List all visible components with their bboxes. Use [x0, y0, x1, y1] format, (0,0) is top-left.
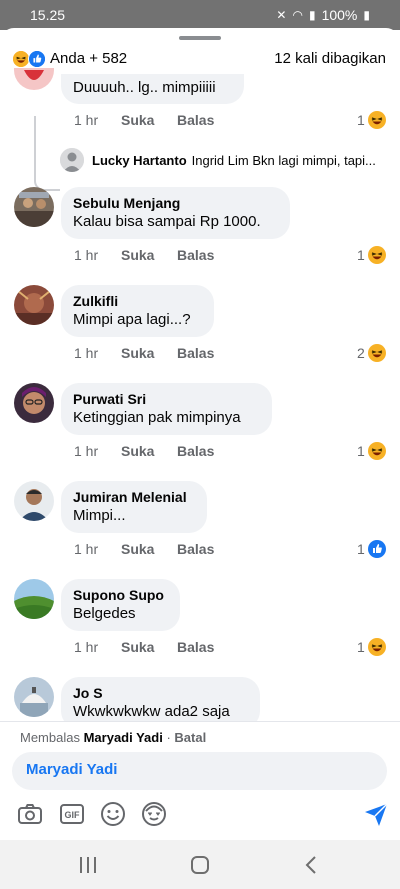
avatar-sticker-icon[interactable] [140, 800, 168, 828]
replying-separator: · [162, 730, 175, 745]
avatar [60, 148, 84, 172]
reaction-count: 1 [357, 639, 365, 655]
avatar[interactable] [14, 68, 54, 90]
reaction-count: 1 [357, 443, 365, 459]
comment-author[interactable]: Supono Supo [73, 586, 168, 604]
haha-icon [367, 246, 386, 264]
avatar[interactable] [14, 285, 54, 325]
comment-reactions[interactable]: 2 [357, 344, 386, 362]
reply-button[interactable]: Balas [177, 112, 214, 128]
comment-author[interactable]: Zulkifli [73, 292, 202, 310]
status-icons: ✕ ◠ ▮ 100% ▮ [276, 7, 370, 23]
comments-sheet: Anda + 582 12 kali dibagikan Duuuuh.. lg… [0, 28, 400, 889]
like-button[interactable]: Suka [121, 443, 154, 459]
reply-text: Ingrid Lim Bkn lagi mimpi, tapi... [191, 152, 376, 168]
reply-button[interactable]: Balas [177, 345, 214, 361]
reply-button[interactable]: Balas [177, 541, 214, 557]
reply-button[interactable]: Balas [177, 443, 214, 459]
emoji-icon[interactable] [99, 800, 127, 828]
avatar[interactable] [14, 383, 54, 423]
replying-to-name: Maryadi Yadi [83, 730, 163, 745]
avatar[interactable] [14, 677, 54, 717]
comment-text: Belgedes [73, 605, 136, 622]
comment-bubble[interactable]: Zulkifli Mimpi apa lagi...? [61, 285, 214, 337]
reaction-count: 1 [357, 112, 365, 128]
like-button[interactable]: Suka [121, 345, 154, 361]
system-nav-bar [0, 840, 400, 889]
comment-text: Duuuuh.. lg.. mimpiiiii [73, 79, 216, 96]
replying-to-bar: Membalas Maryadi Yadi · Batal [20, 730, 206, 745]
comment-text: Mimpi apa lagi...? [73, 311, 191, 328]
comment-author[interactable]: Purwati Sri [73, 390, 260, 408]
reply-preview[interactable]: Lucky Hartanto Ingrid Lim Bkn lagi mimpi… [60, 148, 376, 172]
comment-reactions[interactable]: 1 [357, 442, 386, 460]
avatar[interactable] [14, 481, 54, 521]
reply-button[interactable]: Balas [177, 639, 214, 655]
reply-author[interactable]: Lucky Hartanto [92, 153, 187, 168]
reply-button[interactable]: Balas [177, 247, 214, 263]
cancel-reply-button[interactable]: Batal [174, 730, 206, 745]
haha-icon [367, 442, 386, 460]
sheet-header: Anda + 582 12 kali dibagikan [0, 44, 400, 74]
like-button[interactable]: Suka [121, 639, 154, 655]
reaction-summary[interactable]: Anda + 582 [50, 50, 127, 67]
haha-icon [367, 638, 386, 656]
signal-icon: ▮ [308, 8, 316, 22]
avatar[interactable] [14, 187, 54, 227]
back-icon[interactable] [300, 854, 324, 876]
comment-author[interactable]: Sebulu Menjang [73, 194, 278, 212]
replying-prefix: Membalas [20, 730, 80, 745]
like-icon [28, 50, 46, 68]
mute-icon: ✕ [276, 8, 287, 22]
like-button[interactable]: Suka [121, 247, 154, 263]
send-icon[interactable] [362, 800, 390, 828]
recent-apps-icon[interactable] [76, 854, 100, 876]
comment-reactions[interactable]: 1 [357, 246, 386, 264]
battery-percent: 100% [321, 7, 358, 23]
comment-time: 1 hr [74, 443, 99, 459]
comment-reactions[interactable]: 1 [357, 540, 386, 558]
wifi-icon: ◠ [292, 8, 303, 22]
home-icon[interactable] [188, 854, 212, 876]
avatar[interactable] [14, 579, 54, 619]
comment-author[interactable]: Jo S [73, 684, 248, 702]
comment-time: 1 hr [74, 639, 99, 655]
comment-reactions[interactable]: 1 [357, 111, 386, 129]
reply-thread-line [34, 116, 60, 191]
comment-bubble[interactable]: Purwati Sri Ketinggian pak mimpinya [61, 383, 272, 435]
reaction-count: 2 [357, 345, 365, 361]
comment-time: 1 hr [74, 345, 99, 361]
comment-time: 1 hr [74, 112, 99, 128]
status-time: 15.25 [30, 7, 66, 23]
comment-reactions[interactable]: 1 [357, 638, 386, 656]
comment-author[interactable]: Jumiran Melenial [73, 488, 195, 506]
gif-icon[interactable]: GIF [58, 800, 86, 828]
comment-time: 1 hr [74, 541, 99, 557]
comment-bubble[interactable]: Duuuuh.. lg.. mimpiiiii [61, 74, 244, 104]
battery-icon: ▮ [363, 8, 370, 22]
comment-time: 1 hr [74, 247, 99, 263]
comment-input[interactable]: Maryadi Yadi [12, 752, 387, 790]
like-icon [367, 540, 386, 558]
status-bar: 15.25 ✕ ◠ ▮ 100% ▮ [0, 0, 400, 30]
comment-text: Mimpi... [73, 507, 126, 524]
comment-text: Wkwkwkwkw ada2 saja [73, 703, 230, 720]
haha-icon [367, 111, 386, 129]
svg-text:GIF: GIF [65, 810, 81, 820]
reaction-count: 1 [357, 541, 365, 557]
comment-text: Kalau bisa sampai Rp 1000. [73, 213, 261, 230]
comment-composer: Membalas Maryadi Yadi · Batal Maryadi Ya… [0, 721, 400, 889]
like-button[interactable]: Suka [121, 541, 154, 557]
comment-bubble[interactable]: Supono Supo Belgedes [61, 579, 180, 631]
reaction-count: 1 [357, 247, 365, 263]
haha-icon [367, 344, 386, 362]
comment-text: Ketinggian pak mimpinya [73, 409, 241, 426]
share-count[interactable]: 12 kali dibagikan [274, 50, 386, 67]
comment-bubble[interactable]: Jumiran Melenial Mimpi... [61, 481, 207, 533]
camera-icon[interactable] [16, 800, 44, 828]
composer-toolbar: GIF [0, 800, 400, 830]
drag-handle[interactable] [179, 36, 221, 40]
like-button[interactable]: Suka [121, 112, 154, 128]
comment-bubble[interactable]: Sebulu Menjang Kalau bisa sampai Rp 1000… [61, 187, 290, 239]
